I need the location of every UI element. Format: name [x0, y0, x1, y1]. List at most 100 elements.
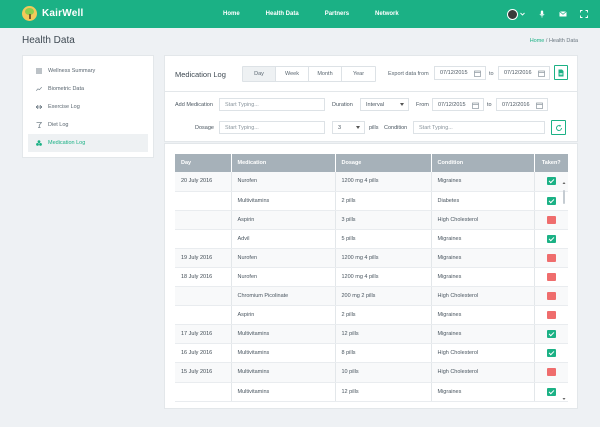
column-header-medication[interactable]: Medication	[231, 154, 336, 172]
cell-day: 19 July 2016	[175, 248, 232, 268]
selected-value: 3	[338, 124, 342, 131]
duration-select[interactable]: Interval	[360, 98, 409, 111]
cell-day: 17 July 2016	[175, 324, 232, 345]
cell-condition: High Cholesterol	[431, 210, 535, 230]
chevron-down-icon	[520, 12, 525, 16]
fullscreen-icon[interactable]	[580, 10, 588, 18]
nav-network[interactable]: Network	[362, 0, 412, 28]
sidebar-item-medication-log[interactable]: Medication Log	[28, 134, 148, 152]
period-day[interactable]: Day	[243, 67, 276, 81]
table-row[interactable]: 18 July 2016 Nurofen 1200 mg 4 pills Migrai…	[175, 267, 568, 288]
sidebar-item-diet-log[interactable]: Diet Log	[28, 116, 148, 134]
add-medication-label: Add Medication	[175, 102, 213, 108]
cell-condition: Migraines	[431, 267, 535, 288]
table-row[interactable]: Aspirin 2 pills Migraines	[175, 305, 568, 326]
scroll-up-arrow-icon[interactable]	[562, 181, 566, 185]
app-logo[interactable]: KairWell	[22, 6, 83, 21]
table-row[interactable]: Multivitamins 2 pills Diabetes	[175, 191, 568, 211]
cell-medication: Multivitamins	[231, 362, 336, 383]
user-menu[interactable]	[507, 8, 525, 20]
export-button[interactable]	[554, 65, 568, 80]
not-taken-indicator[interactable]	[546, 253, 556, 262]
table-row[interactable]: 20 July 2016 Nurofen 1200 mg 4 pills Migrai…	[175, 172, 568, 192]
sidebar-item-label: Diet Log	[48, 122, 69, 128]
table-row[interactable]: Advil 5 pills Migraines	[175, 229, 568, 249]
table-row[interactable]: Chromium Picolinate 200 mg 2 pills High Ch…	[175, 286, 568, 307]
mail-icon[interactable]	[559, 10, 567, 18]
condition-label: Condition	[384, 125, 408, 131]
dosage-input[interactable]: Start Typing...	[219, 121, 325, 134]
cell-day: 18 July 2016	[175, 267, 232, 288]
sidebar-item-label: Biometric Data	[48, 86, 85, 92]
scroll-thumb[interactable]	[563, 190, 565, 204]
column-header-condition[interactable]: Condition	[431, 154, 535, 172]
microphone-icon[interactable]	[538, 10, 546, 18]
period-month[interactable]: Month	[309, 67, 342, 81]
taken-check-icon[interactable]	[546, 196, 556, 205]
duration-label: Duration	[332, 102, 353, 108]
cell-dosage: 200 mg 2 pills	[335, 286, 432, 307]
sidebar-item-exercise-log[interactable]: Exercise Log	[28, 98, 148, 116]
table-row[interactable]: Multivitamins 12 pills Migraines	[175, 382, 568, 402]
avatar	[507, 8, 518, 20]
not-taken-indicator[interactable]	[546, 215, 556, 224]
column-header-dosage[interactable]: Dosage	[335, 154, 432, 172]
table-scrollbar[interactable]	[562, 181, 566, 401]
export-label: Export data from	[388, 71, 429, 77]
not-taken-indicator[interactable]	[546, 368, 556, 377]
table-row[interactable]: 16 July 2016 Multivitamins 8 pills High Cho…	[175, 343, 568, 364]
taken-check-icon[interactable]	[546, 330, 556, 339]
condition-input[interactable]: Start Typing...	[413, 121, 545, 134]
cell-dosage: 10 pills	[335, 362, 432, 383]
medication-icon	[36, 140, 42, 146]
calendar-icon	[474, 70, 481, 77]
placeholder-text: Start Typing...	[225, 124, 259, 131]
cell-dosage: 1200 mg 4 pills	[335, 172, 432, 192]
diet-icon	[36, 122, 42, 128]
sidebar-item-biometric-data[interactable]: Biometric Data	[28, 80, 148, 98]
refresh-button[interactable]	[551, 120, 566, 135]
cell-day	[175, 305, 232, 326]
sidebar-item-label: Medication Log	[48, 140, 86, 146]
column-header-day[interactable]: Day	[175, 154, 232, 172]
cell-medication: Aspirin	[231, 210, 336, 230]
placeholder-text: Start Typing...	[419, 124, 453, 131]
not-taken-indicator[interactable]	[546, 273, 556, 282]
export-date-to[interactable]: 07/12/2016	[498, 66, 550, 80]
caret-down-icon	[400, 103, 404, 106]
to-label: to	[487, 102, 492, 108]
table-row[interactable]: Aspirin 3 pills High Cholesterol	[175, 210, 568, 230]
breadcrumb-home-link[interactable]: Home	[530, 38, 545, 44]
export-date-from[interactable]: 07/12/2015	[434, 66, 486, 80]
nav-partners[interactable]: Partners	[312, 0, 362, 28]
period-year[interactable]: Year	[342, 67, 375, 81]
nav-health-data[interactable]: Health Data	[253, 0, 312, 28]
to-date-input[interactable]: 07/12/2016	[496, 98, 548, 111]
nav-home[interactable]: Home	[210, 0, 253, 28]
table-row[interactable]: 15 July 2016 Multivitamins 10 pills High Ch…	[175, 362, 568, 383]
taken-check-icon[interactable]	[546, 387, 556, 396]
cell-medication: Nurofen	[231, 172, 336, 192]
column-header-taken[interactable]: Taken?	[534, 154, 568, 172]
cell-dosage: 8 pills	[335, 343, 432, 364]
scroll-down-arrow-icon[interactable]	[562, 397, 566, 401]
from-date-input[interactable]: 07/12/2015	[432, 98, 484, 111]
not-taken-indicator[interactable]	[546, 292, 556, 301]
table-row[interactable]: 17 July 2016 Multivitamins 12 pills Migrain…	[175, 324, 568, 345]
cell-day	[175, 229, 232, 249]
period-week[interactable]: Week	[276, 67, 309, 81]
taken-check-icon[interactable]	[546, 177, 556, 186]
pills-count-select[interactable]: 3	[332, 121, 365, 134]
caret-down-icon	[356, 126, 360, 129]
table-row[interactable]: 19 July 2016 Nurofen 1200 mg 4 pills Migrai…	[175, 248, 568, 268]
medication-input[interactable]: Start Typing...	[219, 98, 325, 111]
not-taken-indicator[interactable]	[546, 311, 556, 320]
breadcrumb-current: Health Data	[548, 38, 578, 44]
taken-check-icon[interactable]	[546, 349, 556, 358]
sidebar-item-wellness-summary[interactable]: Wellness Summary	[28, 62, 148, 80]
cell-condition: Migraines	[431, 229, 535, 249]
sidebar: Wellness Summary Biometric Data Exercise…	[22, 55, 154, 158]
sidebar-item-label: Wellness Summary	[48, 68, 96, 74]
section-title: Medication Log	[175, 70, 226, 79]
taken-check-icon[interactable]	[546, 234, 556, 243]
